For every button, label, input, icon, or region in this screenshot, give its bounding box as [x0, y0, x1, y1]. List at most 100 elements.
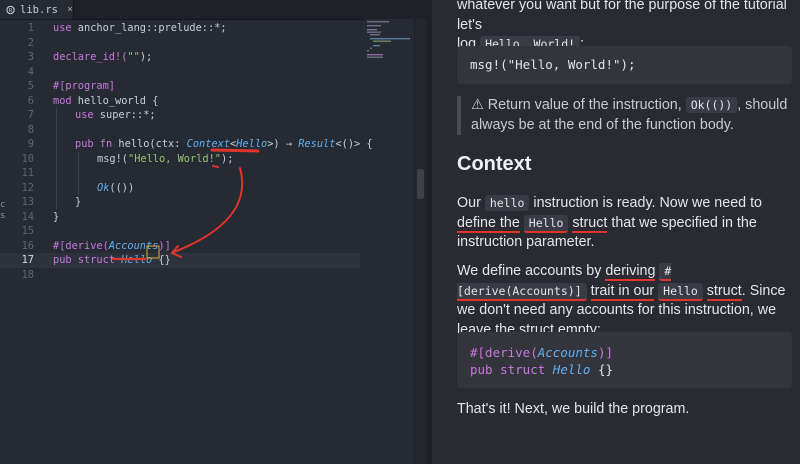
tab-lib-rs[interactable]: R lib.rs ×	[0, 0, 74, 19]
code-line[interactable]: 2	[0, 36, 360, 51]
token: fn	[93, 138, 113, 150]
para-text: Our	[457, 195, 485, 211]
code-block-text: msg!("Hello, World!");	[470, 57, 636, 72]
line-number: 9	[27, 138, 34, 150]
token: ""	[127, 51, 140, 63]
token: Result	[298, 138, 336, 150]
token: #[derive(	[53, 239, 109, 252]
section-heading: Context	[457, 153, 532, 175]
token: pub	[75, 138, 94, 150]
token: Hello	[121, 254, 153, 266]
token: declare_id!(	[53, 51, 128, 63]
code-line[interactable]: 14}	[0, 210, 360, 225]
token: Ok	[97, 181, 110, 194]
code-line[interactable]: 9 pub fn hello(ctx: Context<Hello>) → Res…	[0, 137, 373, 152]
code-block-struct: #[derive(Accounts)] pub struct Hello {}	[457, 332, 792, 388]
token: hello_world {	[71, 94, 159, 107]
code-lines[interactable]: 1 use anchor_lang::prelude::*; 2 3 declare…	[0, 21, 373, 283]
code-token: Accounts	[537, 345, 598, 360]
code-line[interactable]: 11	[0, 166, 360, 181]
line-number: 18	[21, 268, 34, 281]
code-line-current[interactable]: 17 pub struct Hello {}	[0, 253, 360, 268]
line-number: 11	[21, 167, 34, 179]
code-line[interactable]: 12 Ok(())	[0, 181, 360, 196]
underlined-text: struct	[706, 282, 742, 301]
token: #[program]	[53, 80, 115, 92]
token: Hello	[236, 138, 268, 150]
token: (())	[109, 181, 135, 194]
token: msg!(	[97, 152, 128, 165]
token: );	[139, 51, 153, 63]
paragraph-define-struct: Our hello instruction is ready. Now we n…	[457, 194, 792, 253]
token: super::*;	[93, 109, 156, 121]
token: {}	[152, 254, 171, 266]
code-line[interactable]: 4	[0, 65, 360, 80]
line-number: 14	[21, 210, 34, 223]
intro-text: whatever you want but for the purpose of…	[457, 0, 787, 33]
code-editor[interactable]: R lib.rs × c s 1 use anchor_lang::prelude…	[0, 0, 426, 464]
token: Accounts	[108, 239, 159, 252]
outro-paragraph: That's it! Next, we build the program.	[457, 401, 690, 417]
underlined-text: trait in our	[590, 282, 655, 301]
token: use	[53, 22, 72, 34]
token: use	[75, 109, 94, 121]
tab-filename: lib.rs	[20, 3, 58, 16]
warning-icon: ⚠	[471, 97, 484, 113]
line-number: 17	[21, 254, 34, 266]
code-line[interactable]: 13}	[0, 195, 360, 210]
token: }	[75, 196, 82, 208]
code-token: #[derive(	[470, 345, 538, 360]
code-token: Hello	[552, 362, 591, 377]
token: Context	[186, 138, 231, 150]
underlined-text: struct	[572, 214, 608, 233]
note-text: Return value of the instruction,	[483, 97, 686, 113]
line-number: 6	[27, 94, 34, 107]
line-number: 7	[27, 109, 34, 121]
token: pub	[53, 254, 72, 266]
token: "Hello, World!"	[128, 152, 221, 165]
code-line[interactable]: 7 use super::*;	[0, 108, 360, 123]
inline-code: hello	[484, 195, 530, 211]
indent-guide	[56, 108, 57, 210]
code-line[interactable]: 8	[0, 123, 360, 138]
code-token: )]	[597, 345, 614, 360]
underlined-text: deriving	[605, 263, 656, 281]
code-line[interactable]: 16 #[derive(Accounts)]	[0, 239, 360, 254]
inline-code: Ok(())	[685, 97, 738, 113]
svg-text:R: R	[9, 8, 13, 14]
close-icon[interactable]: ×	[67, 4, 73, 15]
warning-note: ⚠ Return value of the instruction, Ok(()…	[457, 96, 792, 135]
inline-code: Hello	[658, 282, 703, 301]
line-number: 16	[21, 239, 34, 252]
underlined-text: define the	[457, 214, 520, 233]
token: >) →	[267, 138, 299, 150]
indent-guide	[78, 152, 79, 196]
line-number: 15	[21, 225, 34, 237]
tutorial-docs: whatever you want but for the purpose of…	[432, 0, 800, 464]
code-line[interactable]: 18	[0, 268, 360, 283]
line-number: 5	[27, 80, 34, 92]
code-line[interactable]: 6 mod hello_world {	[0, 94, 360, 109]
minimap[interactable]	[365, 19, 413, 69]
line-number: 1	[27, 22, 34, 34]
code-token: {}	[590, 362, 614, 377]
code-line[interactable]: 5 #[program]	[0, 79, 360, 94]
code-line[interactable]: 10 msg!("Hello, World!");	[0, 152, 360, 167]
token: struct	[71, 254, 116, 266]
code-line[interactable]: 15	[0, 224, 360, 239]
para-text: We define accounts by	[457, 263, 606, 279]
token: )]	[158, 239, 171, 252]
code-line[interactable]: 1 use anchor_lang::prelude::*;	[0, 21, 360, 36]
token: <()> {	[335, 138, 373, 150]
line-number: 10	[21, 152, 34, 165]
scrollbar-thumb[interactable]	[417, 169, 424, 199]
rust-file-icon: R	[6, 5, 15, 14]
paragraph-derive-accounts: We define accounts by deriving #[derive(…	[457, 262, 792, 340]
line-number: 2	[27, 36, 34, 49]
line-number: 3	[27, 51, 34, 63]
inline-code: Hello	[523, 214, 569, 233]
editor-scrollbar[interactable]	[414, 19, 426, 464]
line-number: 13	[21, 196, 34, 208]
code-line[interactable]: 3 declare_id!("");	[0, 50, 360, 65]
token: mod	[53, 94, 72, 107]
